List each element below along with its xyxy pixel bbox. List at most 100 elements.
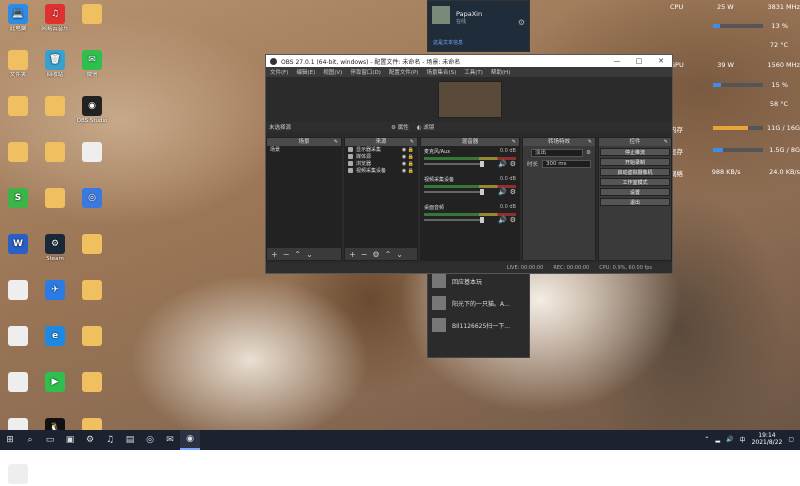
gear-icon[interactable]: ⚙ [510,188,516,196]
monitor-icon [348,147,353,152]
up-icon[interactable]: ⌃ [294,250,301,259]
desktop-icon-obs-studio[interactable]: ◉ OBS Studio [70,96,114,124]
remove-icon[interactable]: − [361,250,368,259]
start-button[interactable]: ⊞ [0,430,20,450]
volume-slider[interactable] [424,217,484,223]
menu-item[interactable]: 工具(T) [464,68,483,76]
eye-icon[interactable]: ◉ 🔒 [402,168,414,174]
source-item[interactable]: 媒体源 ◉ 🔒 [345,153,417,160]
gpu-temp-row: 58 °C [670,100,800,108]
desktop-icon-folder[interactable] [70,4,114,26]
desktop-icon-file[interactable] [0,464,40,486]
dock-settings-icon[interactable]: ✎ [512,138,516,146]
menu-item[interactable]: 视图(V) [323,68,342,76]
dock-settings-icon[interactable]: ✎ [588,138,592,146]
desktop-icon-folder[interactable] [70,326,114,348]
volume-icon[interactable]: 🔊 [726,436,733,443]
chevron-up-icon[interactable]: ⌃ [704,436,709,443]
app-icon[interactable]: ▤ [120,430,140,450]
volume-slider[interactable] [424,189,484,195]
search-icon[interactable]: ⌕ [20,430,40,450]
scene-item-label: 场景 [270,147,281,153]
properties-label: 属性 [397,125,409,131]
clock[interactable]: 19:14 2021/8/22 [752,432,783,446]
settings-button[interactable]: 设置 [600,188,670,196]
transition-select[interactable]: 淡出 [531,149,584,157]
dock-settings-icon[interactable]: ✎ [664,138,668,146]
menu-item[interactable]: 文件(F) [270,68,288,76]
network-icon[interactable]: ▂ [715,436,720,443]
dock-settings-icon[interactable]: ✎ [334,138,338,146]
list-item[interactable]: 阳光下的一只猫。A... [432,293,528,313]
eye-icon[interactable]: ◉ 🔒 [402,147,414,153]
properties-button[interactable]: ⚙ 属性 [391,123,409,131]
dock-settings-icon[interactable]: ✎ [410,138,414,146]
slider-handle[interactable] [480,217,484,223]
scene-item[interactable]: 场景 [267,146,341,153]
start-recording-button[interactable]: 开始录制 [600,158,670,166]
gear-icon[interactable]: ⚙ [518,18,525,27]
vram-fill [713,148,723,152]
gear-icon[interactable]: ⚙ [510,216,516,224]
desktop-icon-app[interactable]: ◎ [70,188,114,210]
filters-button[interactable]: ◐ 滤镜 [417,123,435,131]
browser-icon[interactable]: ◎ [140,430,160,450]
title-bar[interactable]: OBS 27.0.1 (64-bit, windows) - 配置文件: 未命名… [266,55,672,67]
speaker-icon[interactable]: 🔊 [498,216,507,224]
add-icon[interactable]: + [271,250,278,259]
add-icon[interactable]: + [349,250,356,259]
ram-bar [713,126,763,130]
volume-slider[interactable] [424,161,484,167]
desktop-icon-wechat[interactable]: ✉ 微信 [70,50,114,78]
minimize-button[interactable]: — [606,57,628,65]
duration-input[interactable]: 300 ms [542,160,591,168]
gear-icon[interactable]: ⚙ [586,150,591,156]
maximize-button[interactable]: □ [628,57,650,65]
gear-icon[interactable]: ⚙ [372,250,379,259]
menu-item[interactable]: 配置文件(P) [389,68,419,76]
down-icon[interactable]: ⌄ [396,250,403,259]
stop-streaming-button[interactable]: 停止推流 [600,148,670,156]
task-view-icon[interactable]: ▭ [40,430,60,450]
preview-canvas[interactable] [438,81,502,118]
list-item[interactable]: BIl1126625扫一下... [432,315,528,335]
slider-handle[interactable] [480,189,484,195]
remove-icon[interactable]: − [283,250,290,259]
live-time: LIVE: 00:00:00 [506,265,544,271]
list-item[interactable]: 回应基本玩 [432,271,528,291]
studio-mode-button[interactable]: 工作室模式 [600,178,670,186]
menu-item[interactable]: 编辑(E) [296,68,315,76]
slider-handle[interactable] [480,161,484,167]
file-explorer-icon[interactable]: ▣ [60,430,80,450]
mixer-dock: 混音器 ✎ 麦克风/Aux 0.0 dB 🔊 ⚙ 视频采集设备 0.0 dB 🔊 ⚙ 桌面音频… [420,137,520,261]
gear-icon[interactable]: ⚙ [510,160,516,168]
wechat-icon[interactable]: ✉ [160,430,180,450]
source-item[interactable]: 浏览器 ◉ 🔒 [345,160,417,167]
list-item-label: 回应基本玩 [452,278,483,286]
menu-item[interactable]: 帮助(H) [491,68,510,76]
desktop-icon-folder[interactable] [70,234,114,256]
speaker-icon[interactable]: 🔊 [498,160,507,168]
speaker-icon[interactable]: 🔊 [498,188,507,196]
folder-icon [8,142,28,162]
down-icon[interactable]: ⌄ [306,250,313,259]
eye-icon[interactable]: ◉ 🔒 [402,154,414,160]
menu-item[interactable]: 停靠窗口(D) [350,68,381,76]
netease-music-icon[interactable]: ♫ [100,430,120,450]
close-button[interactable]: ✕ [650,57,672,65]
desktop-icon-folder[interactable] [70,372,114,394]
desktop-icon-folder[interactable] [70,280,114,302]
steam-icon[interactable]: ⚙ [80,430,100,450]
chat-notification[interactable]: PapaXin 在线 ⚙ 这是文本信息 [427,0,530,52]
source-item[interactable]: 视频采集设备 ◉ 🔒 [345,167,417,174]
exit-button[interactable]: 退出 [600,198,670,206]
virtual-camera-button[interactable]: 启动虚拟摄像机 [600,168,670,176]
menu-item[interactable]: 场景集合(S) [426,68,456,76]
obs-taskbar-icon[interactable]: ◉ [180,430,200,450]
source-item[interactable]: 显示器采集 ◉ 🔒 [345,146,417,153]
ime-indicator[interactable]: 中 [740,435,746,444]
eye-icon[interactable]: ◉ 🔒 [402,161,414,167]
desktop-icon-file[interactable] [70,142,114,164]
up-icon[interactable]: ⌃ [385,250,392,259]
notification-icon[interactable]: ▢ [788,436,794,443]
